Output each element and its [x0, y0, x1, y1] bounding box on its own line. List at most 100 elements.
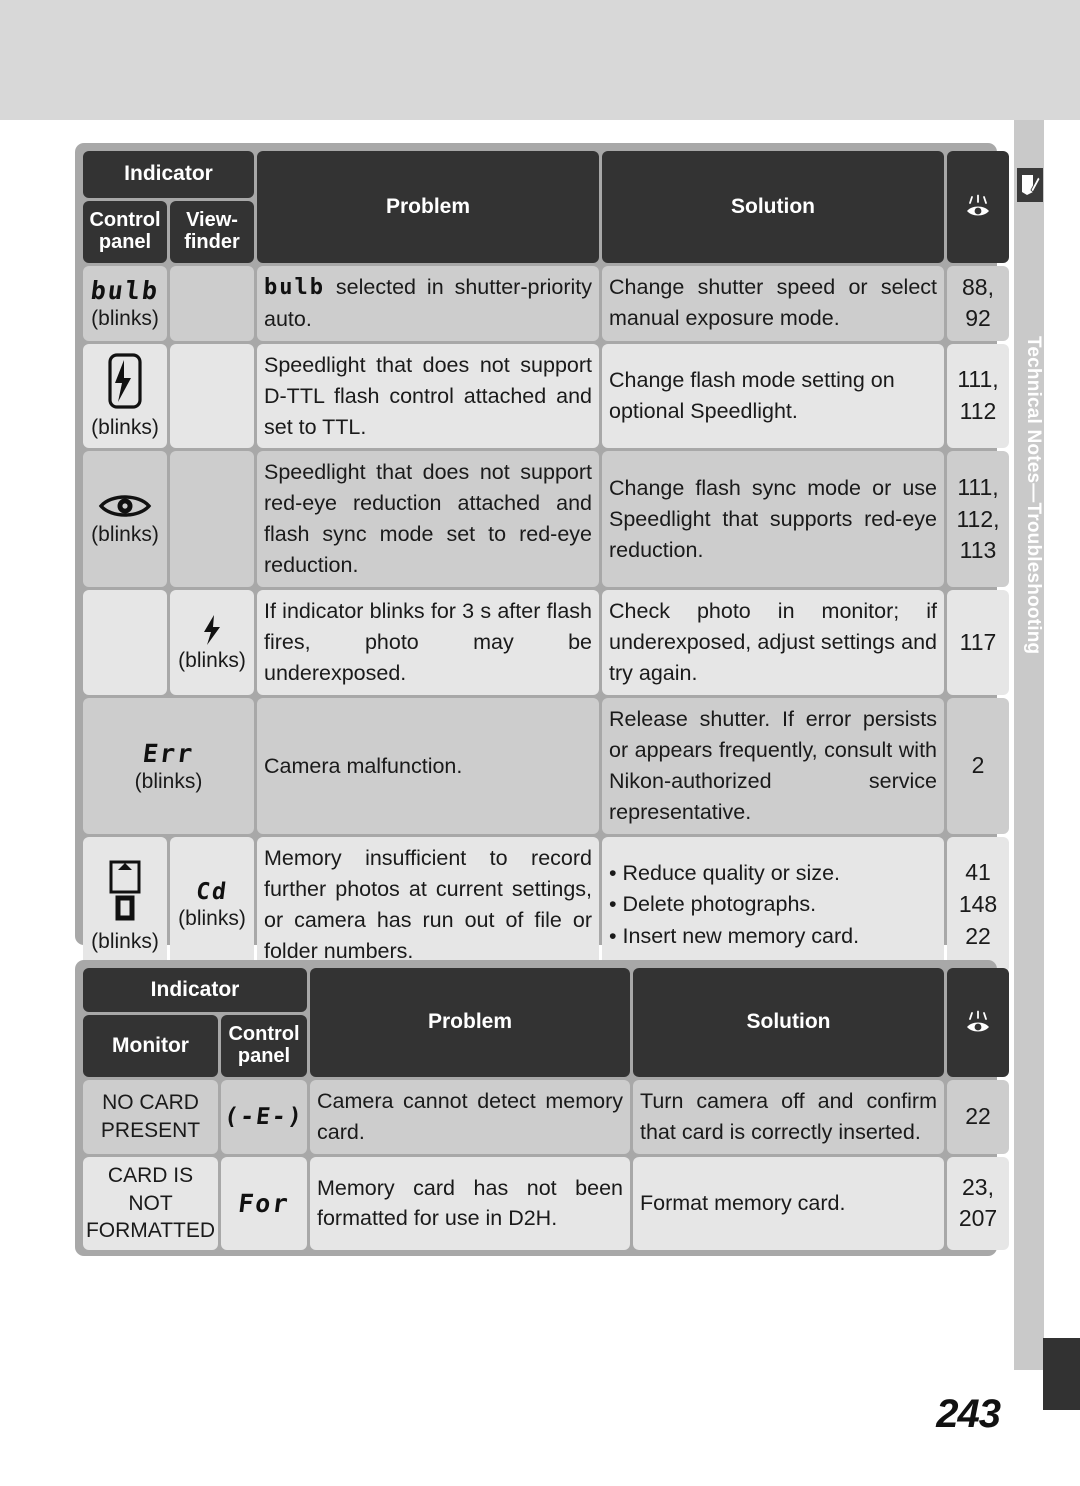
problem-text: bulb selected in shutter-priority auto. [257, 266, 599, 341]
lcd-indicator-for: For [236, 1188, 292, 1218]
header-reference-icon-cell [947, 151, 1009, 263]
card-icon-zero [83, 856, 167, 928]
cell-solution: Check photo in monitor; if underexposed,… [602, 590, 944, 696]
sidebar-section-label: Technical Notes—Troubleshooting [1023, 335, 1044, 655]
cell-control-panel: Err (blinks) [83, 698, 254, 834]
reference-pages: 23, 207 [958, 1173, 998, 1232]
solution-text: Turn camera off and confirm that card is… [640, 1089, 937, 1144]
indicator-troubleshooting-table-1: Indicator Problem Solution Control panel… [75, 143, 1009, 973]
blinks-note: (blinks) [134, 769, 203, 793]
top-margin-band [0, 0, 1080, 120]
cell-solution: Change flash mode setting on optional Sp… [602, 343, 944, 449]
blinks-note: (blinks) [178, 648, 246, 672]
eye-reference-icon [964, 194, 992, 218]
table-row: bulb (blinks) bulb selected in shutter-p… [83, 266, 1009, 341]
cell-solution: Change flash sync mode or use Speedlight… [602, 451, 944, 588]
cell-reference: 23, 207 [947, 1156, 1009, 1251]
solution-text: Change flash sync mode or use Speedlight… [609, 475, 937, 562]
blinks-note: (blinks) [91, 416, 159, 440]
monitor-message-line2: PRESENT [100, 1118, 201, 1142]
table-row: NO CARD PRESENT (-E-) Camera cannot dete… [83, 1080, 1009, 1154]
cell-reference: 111, 112, 113 [947, 451, 1009, 588]
monitor-message: NO CARD PRESENT [83, 1084, 218, 1149]
header-indicator: Indicator [83, 968, 307, 1012]
header-viewfinder-line2: finder [184, 231, 240, 253]
table-row: (blinks) Speedlight that does not suppor… [83, 451, 1009, 588]
table-row: (blinks) Speedlight that does not suppor… [83, 343, 1009, 449]
lcd-indicator-bulb: bulb [89, 275, 161, 305]
header-indicator: Indicator [83, 151, 254, 198]
cell-reference: 111, 112 [947, 343, 1009, 449]
blinks-note: (blinks) [178, 906, 246, 930]
solution-text: Release shutter. If error persists or ap… [609, 707, 937, 825]
problem-text: Camera malfunction. [264, 753, 463, 778]
table-1-grid: Indicator Problem Solution Control panel… [80, 148, 1012, 976]
cell-reference: 2 [947, 698, 1009, 834]
header-reference-icon-cell [947, 968, 1009, 1077]
reference-pages: 88, 92 [962, 273, 994, 332]
reference-pages: 2 [971, 752, 985, 779]
cell-problem: Camera malfunction. [257, 698, 599, 834]
header-solution: Solution [602, 151, 944, 263]
page-number: 243 [936, 1392, 1001, 1436]
cell-monitor: NO CARD PRESENT [83, 1080, 218, 1154]
problem-text: Memory card has not been formatted for u… [317, 1175, 623, 1231]
solution-list: Reduce quality or size. Delete photograp… [602, 852, 944, 958]
list-item: Insert new memory card. [609, 921, 937, 952]
cell-viewfinder [170, 266, 254, 341]
blinks-note: (blinks) [91, 523, 159, 547]
header-control-panel-line2: panel [237, 1045, 291, 1067]
cell-reference: 22 [947, 1080, 1009, 1154]
list-item: Reduce quality or size. [609, 858, 937, 889]
solution-text: Change flash mode setting on optional Sp… [609, 368, 895, 424]
page-edge-tab [1043, 1338, 1080, 1410]
cell-solution: Turn camera off and confirm that card is… [633, 1080, 944, 1154]
table-2-grid: Indicator Problem Solution Monitor Contr… [80, 965, 1012, 1253]
cell-problem: Memory insufficient to record further ph… [257, 836, 599, 973]
lcd-indicator-cd: Cd [194, 878, 230, 905]
blinks-note: (blinks) [91, 306, 159, 330]
indicator-troubleshooting-table-2: Indicator Problem Solution Monitor Contr… [75, 960, 1009, 1256]
cell-control-panel: (blinks) [83, 836, 167, 973]
cell-viewfinder: (blinks) [170, 590, 254, 696]
monitor-message: CARD IS NOT FORMATTED [83, 1157, 218, 1250]
cell-control-panel: (-E-) [221, 1080, 307, 1154]
reference-pages: 22 [965, 1103, 991, 1130]
note-pencil-icon [1017, 168, 1043, 202]
table-row: (blinks) Cd (blinks) Memory insufficient… [83, 836, 1009, 973]
solution-text: Check photo in monitor; if underexposed,… [609, 599, 937, 686]
header-viewfinder-line1: View- [186, 209, 238, 232]
header-viewfinder: View- finder [170, 201, 254, 263]
problem-text: If indicator blinks for 3 s after flash … [264, 599, 592, 686]
cell-solution: Reduce quality or size. Delete photograp… [602, 836, 944, 973]
reference-pages: 117 [959, 628, 997, 655]
problem-text: Camera cannot detect memory card. [317, 1089, 623, 1144]
header-problem: Problem [257, 151, 599, 263]
cell-solution: Format memory card. [633, 1156, 944, 1251]
monitor-message-line2: FORMATTED [85, 1219, 216, 1243]
table-row: Err (blinks) Camera malfunction. Release… [83, 698, 1009, 834]
cell-control-panel: (blinks) [83, 343, 167, 449]
cell-solution: Release shutter. If error persists or ap… [602, 698, 944, 834]
monitor-message-line1: NO CARD [102, 1091, 199, 1115]
header-control-panel-line1: Control [228, 1023, 300, 1046]
table-1-header-row-1: Indicator Problem Solution [83, 151, 1009, 263]
blinks-note: (blinks) [91, 929, 159, 953]
lcd-indicator-err: Err [141, 738, 196, 768]
cell-problem: If indicator blinks for 3 s after flash … [257, 590, 599, 696]
lcd-inline-bulb: bulb [264, 275, 325, 300]
cell-viewfinder [170, 343, 254, 449]
cell-control-panel: bulb (blinks) [83, 266, 167, 341]
cell-reference: 88, 92 [947, 266, 1009, 341]
cell-problem: Camera cannot detect memory card. [310, 1080, 630, 1154]
eye-icon [83, 491, 167, 521]
cell-reference: 41 148 22 [947, 836, 1009, 973]
header-control-panel-line1: Control [89, 209, 161, 232]
problem-text: Speedlight that does not support red-eye… [264, 460, 592, 578]
header-control-panel: Control panel [83, 201, 167, 263]
header-control-panel: Control panel [221, 1015, 307, 1077]
cell-problem: Speedlight that does not support red-eye… [257, 451, 599, 588]
flash-in-frame-icon [83, 352, 167, 414]
problem-text: Speedlight that does not support D-TTL f… [264, 352, 592, 439]
cell-monitor: CARD IS NOT FORMATTED [83, 1156, 218, 1251]
